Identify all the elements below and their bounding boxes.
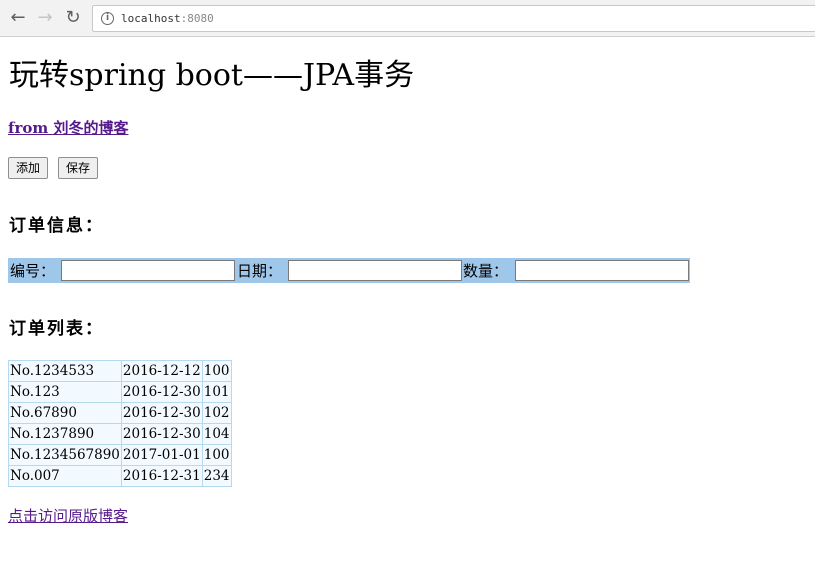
order-table: No.1234533 2016-12-12 100 No.123 2016-12… [8, 360, 232, 487]
order-qty-cell: 100 [201, 444, 232, 466]
info-icon[interactable]: i [101, 12, 114, 25]
forward-icon[interactable]: → [34, 7, 56, 29]
original-blog-link[interactable]: 点击访问原版博客 [8, 505, 128, 526]
order-qty-cell: 104 [201, 423, 232, 445]
add-button[interactable]: 添加 [8, 157, 49, 179]
date-label: 日期： [237, 262, 283, 280]
table-row: No.1234533 2016-12-12 100 [8, 360, 232, 382]
number-label: 编号： [10, 262, 56, 280]
date-input[interactable] [288, 260, 462, 281]
order-qty-cell: 234 [201, 465, 232, 487]
reload-icon[interactable]: ↻ [62, 7, 84, 29]
table-row: No.1237890 2016-12-30 104 [8, 423, 232, 445]
address-bar[interactable]: i localhost:8080 [92, 5, 815, 32]
order-no-cell: No.007 [8, 465, 122, 487]
order-info-heading: 订单信息： [9, 216, 104, 236]
order-no-cell: No.1234567890 [8, 444, 122, 466]
url-text: localhost:8080 [121, 12, 214, 25]
table-row: No.007 2016-12-31 234 [8, 465, 232, 487]
table-row: No.123 2016-12-30 101 [8, 381, 232, 403]
order-date-cell: 2017-01-01 [120, 444, 203, 466]
page-title: 玩转spring boot——JPA事务 [9, 58, 415, 93]
order-qty-cell: 100 [201, 360, 232, 382]
order-no-cell: No.123 [8, 381, 122, 403]
order-list-heading: 订单列表： [9, 319, 104, 339]
order-date-cell: 2016-12-12 [120, 360, 203, 382]
order-date-cell: 2016-12-30 [120, 423, 203, 445]
table-row: No.1234567890 2017-01-01 100 [8, 444, 232, 466]
quantity-label: 数量： [463, 262, 509, 280]
order-qty-cell: 101 [201, 381, 232, 403]
browser-toolbar: ← → ↻ i localhost:8080 [0, 0, 815, 37]
order-date-cell: 2016-12-30 [120, 402, 203, 424]
order-date-cell: 2016-12-31 [120, 465, 203, 487]
order-qty-cell: 102 [201, 402, 232, 424]
order-no-cell: No.1237890 [8, 423, 122, 445]
order-no-cell: No.67890 [8, 402, 122, 424]
table-row: No.67890 2016-12-30 102 [8, 402, 232, 424]
number-input[interactable] [61, 260, 235, 281]
back-icon[interactable]: ← [7, 7, 29, 29]
save-button[interactable]: 保存 [58, 157, 99, 179]
order-date-cell: 2016-12-30 [120, 381, 203, 403]
order-form: 编号： 日期： 数量： [8, 258, 690, 283]
quantity-input[interactable] [515, 260, 689, 281]
order-no-cell: No.1234533 [8, 360, 122, 382]
author-link[interactable]: from 刘冬的博客 [8, 117, 128, 138]
